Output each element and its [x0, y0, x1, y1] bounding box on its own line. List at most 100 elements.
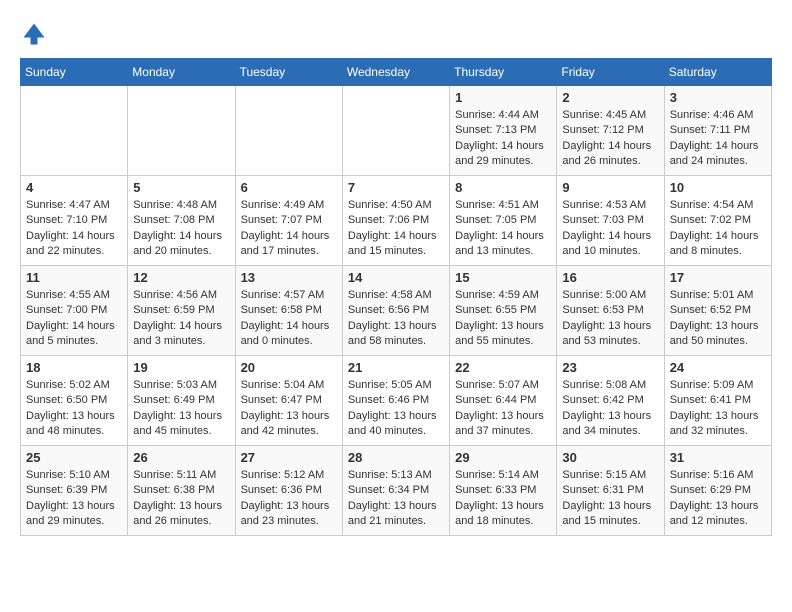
day-info: Sunrise: 5:08 AM Sunset: 6:42 PM Dayligh…: [562, 378, 658, 440]
calendar-cell: [128, 86, 235, 176]
day-number: 8: [455, 180, 551, 195]
calendar-week-row: 11 Sunrise: 4:55 AM Sunset: 7:00 PM Dayli…: [21, 266, 772, 356]
day-info: Sunrise: 4:53 AM Sunset: 7:03 PM Dayligh…: [562, 198, 658, 260]
calendar-cell: 12 Sunrise: 4:56 AM Sunset: 6:59 PM Dayli…: [128, 266, 235, 356]
day-info: Sunrise: 4:51 AM Sunset: 7:05 PM Dayligh…: [455, 198, 551, 260]
day-number: 13: [241, 270, 337, 285]
day-info: Sunrise: 4:46 AM Sunset: 7:11 PM Dayligh…: [670, 108, 766, 170]
day-number: 22: [455, 360, 551, 375]
day-info: Sunrise: 5:04 AM Sunset: 6:47 PM Dayligh…: [241, 378, 337, 440]
calendar-cell: [21, 86, 128, 176]
day-info: Sunrise: 5:02 AM Sunset: 6:50 PM Dayligh…: [26, 378, 122, 440]
day-info: Sunrise: 4:59 AM Sunset: 6:55 PM Dayligh…: [455, 288, 551, 350]
calendar-cell: 10 Sunrise: 4:54 AM Sunset: 7:02 PM Dayli…: [664, 176, 771, 266]
day-info: Sunrise: 4:48 AM Sunset: 7:08 PM Dayligh…: [133, 198, 229, 260]
day-number: 20: [241, 360, 337, 375]
calendar-cell: 31 Sunrise: 5:16 AM Sunset: 6:29 PM Dayli…: [664, 446, 771, 536]
day-number: 11: [26, 270, 122, 285]
calendar-cell: [235, 86, 342, 176]
calendar-cell: 9 Sunrise: 4:53 AM Sunset: 7:03 PM Daylig…: [557, 176, 664, 266]
calendar-cell: 20 Sunrise: 5:04 AM Sunset: 6:47 PM Dayli…: [235, 356, 342, 446]
day-info: Sunrise: 5:16 AM Sunset: 6:29 PM Dayligh…: [670, 468, 766, 530]
day-number: 23: [562, 360, 658, 375]
calendar-cell: 21Sunrise: 5:05 AM Sunset: 6:46 PM Dayli…: [342, 356, 449, 446]
weekday-header: Thursday: [450, 59, 557, 86]
calendar-cell: 1Sunrise: 4:44 AM Sunset: 7:13 PM Daylig…: [450, 86, 557, 176]
day-info: Sunrise: 5:15 AM Sunset: 6:31 PM Dayligh…: [562, 468, 658, 530]
calendar-cell: 2Sunrise: 4:45 AM Sunset: 7:12 PM Daylig…: [557, 86, 664, 176]
calendar-cell: 30Sunrise: 5:15 AM Sunset: 6:31 PM Dayli…: [557, 446, 664, 536]
day-info: Sunrise: 4:57 AM Sunset: 6:58 PM Dayligh…: [241, 288, 337, 350]
day-number: 24: [670, 360, 766, 375]
day-info: Sunrise: 4:47 AM Sunset: 7:10 PM Dayligh…: [26, 198, 122, 260]
calendar-cell: 27 Sunrise: 5:12 AM Sunset: 6:36 PM Dayli…: [235, 446, 342, 536]
weekday-header: Wednesday: [342, 59, 449, 86]
weekday-header: Tuesday: [235, 59, 342, 86]
day-info: Sunrise: 5:10 AM Sunset: 6:39 PM Dayligh…: [26, 468, 122, 530]
day-info: Sunrise: 5:05 AM Sunset: 6:46 PM Dayligh…: [348, 378, 444, 440]
day-info: Sunrise: 5:12 AM Sunset: 6:36 PM Dayligh…: [241, 468, 337, 530]
day-number: 28: [348, 450, 444, 465]
day-info: Sunrise: 4:44 AM Sunset: 7:13 PM Dayligh…: [455, 108, 551, 170]
calendar-cell: [342, 86, 449, 176]
day-number: 12: [133, 270, 229, 285]
day-number: 17: [670, 270, 766, 285]
calendar-cell: 22 Sunrise: 5:07 AM Sunset: 6:44 PM Dayli…: [450, 356, 557, 446]
calendar-week-row: 25 Sunrise: 5:10 AM Sunset: 6:39 PM Dayli…: [21, 446, 772, 536]
day-number: 18: [26, 360, 122, 375]
calendar-cell: 7 Sunrise: 4:50 AM Sunset: 7:06 PM Daylig…: [342, 176, 449, 266]
calendar-cell: 24Sunrise: 5:09 AM Sunset: 6:41 PM Dayli…: [664, 356, 771, 446]
day-number: 29: [455, 450, 551, 465]
calendar-cell: 23 Sunrise: 5:08 AM Sunset: 6:42 PM Dayli…: [557, 356, 664, 446]
weekday-header: Sunday: [21, 59, 128, 86]
weekday-header: Friday: [557, 59, 664, 86]
day-number: 26: [133, 450, 229, 465]
day-info: Sunrise: 5:11 AM Sunset: 6:38 PM Dayligh…: [133, 468, 229, 530]
logo: [20, 20, 52, 48]
day-info: Sunrise: 5:13 AM Sunset: 6:34 PM Dayligh…: [348, 468, 444, 530]
page-header: [20, 20, 772, 48]
day-info: Sunrise: 4:58 AM Sunset: 6:56 PM Dayligh…: [348, 288, 444, 350]
day-number: 14: [348, 270, 444, 285]
calendar-cell: 18 Sunrise: 5:02 AM Sunset: 6:50 PM Dayli…: [21, 356, 128, 446]
calendar-cell: 11 Sunrise: 4:55 AM Sunset: 7:00 PM Dayli…: [21, 266, 128, 356]
calendar-table: SundayMondayTuesdayWednesdayThursdayFrid…: [20, 58, 772, 536]
day-info: Sunrise: 5:14 AM Sunset: 6:33 PM Dayligh…: [455, 468, 551, 530]
calendar-week-row: 18 Sunrise: 5:02 AM Sunset: 6:50 PM Dayli…: [21, 356, 772, 446]
day-info: Sunrise: 4:56 AM Sunset: 6:59 PM Dayligh…: [133, 288, 229, 350]
day-info: Sunrise: 4:50 AM Sunset: 7:06 PM Dayligh…: [348, 198, 444, 260]
calendar-cell: 19 Sunrise: 5:03 AM Sunset: 6:49 PM Dayli…: [128, 356, 235, 446]
day-number: 15: [455, 270, 551, 285]
calendar-week-row: 4 Sunrise: 4:47 AM Sunset: 7:10 PM Daylig…: [21, 176, 772, 266]
day-number: 31: [670, 450, 766, 465]
calendar-cell: 6Sunrise: 4:49 AM Sunset: 7:07 PM Daylig…: [235, 176, 342, 266]
calendar-cell: 25 Sunrise: 5:10 AM Sunset: 6:39 PM Dayli…: [21, 446, 128, 536]
day-number: 16: [562, 270, 658, 285]
day-info: Sunrise: 4:49 AM Sunset: 7:07 PM Dayligh…: [241, 198, 337, 260]
weekday-header: Saturday: [664, 59, 771, 86]
day-number: 10: [670, 180, 766, 195]
calendar-cell: 29 Sunrise: 5:14 AM Sunset: 6:33 PM Dayli…: [450, 446, 557, 536]
day-number: 7: [348, 180, 444, 195]
day-info: Sunrise: 4:54 AM Sunset: 7:02 PM Dayligh…: [670, 198, 766, 260]
day-number: 9: [562, 180, 658, 195]
calendar-cell: 15 Sunrise: 4:59 AM Sunset: 6:55 PM Dayli…: [450, 266, 557, 356]
day-number: 3: [670, 90, 766, 105]
calendar-cell: 5 Sunrise: 4:48 AM Sunset: 7:08 PM Daylig…: [128, 176, 235, 266]
day-number: 19: [133, 360, 229, 375]
calendar-cell: 14 Sunrise: 4:58 AM Sunset: 6:56 PM Dayli…: [342, 266, 449, 356]
day-info: Sunrise: 5:01 AM Sunset: 6:52 PM Dayligh…: [670, 288, 766, 350]
day-info: Sunrise: 5:07 AM Sunset: 6:44 PM Dayligh…: [455, 378, 551, 440]
calendar-cell: 17 Sunrise: 5:01 AM Sunset: 6:52 PM Dayli…: [664, 266, 771, 356]
day-info: Sunrise: 4:55 AM Sunset: 7:00 PM Dayligh…: [26, 288, 122, 350]
day-number: 2: [562, 90, 658, 105]
day-number: 4: [26, 180, 122, 195]
day-info: Sunrise: 5:00 AM Sunset: 6:53 PM Dayligh…: [562, 288, 658, 350]
day-number: 27: [241, 450, 337, 465]
day-number: 25: [26, 450, 122, 465]
calendar-cell: 3 Sunrise: 4:46 AM Sunset: 7:11 PM Daylig…: [664, 86, 771, 176]
logo-icon: [20, 20, 48, 48]
day-number: 5: [133, 180, 229, 195]
day-info: Sunrise: 5:03 AM Sunset: 6:49 PM Dayligh…: [133, 378, 229, 440]
calendar-week-row: 1Sunrise: 4:44 AM Sunset: 7:13 PM Daylig…: [21, 86, 772, 176]
